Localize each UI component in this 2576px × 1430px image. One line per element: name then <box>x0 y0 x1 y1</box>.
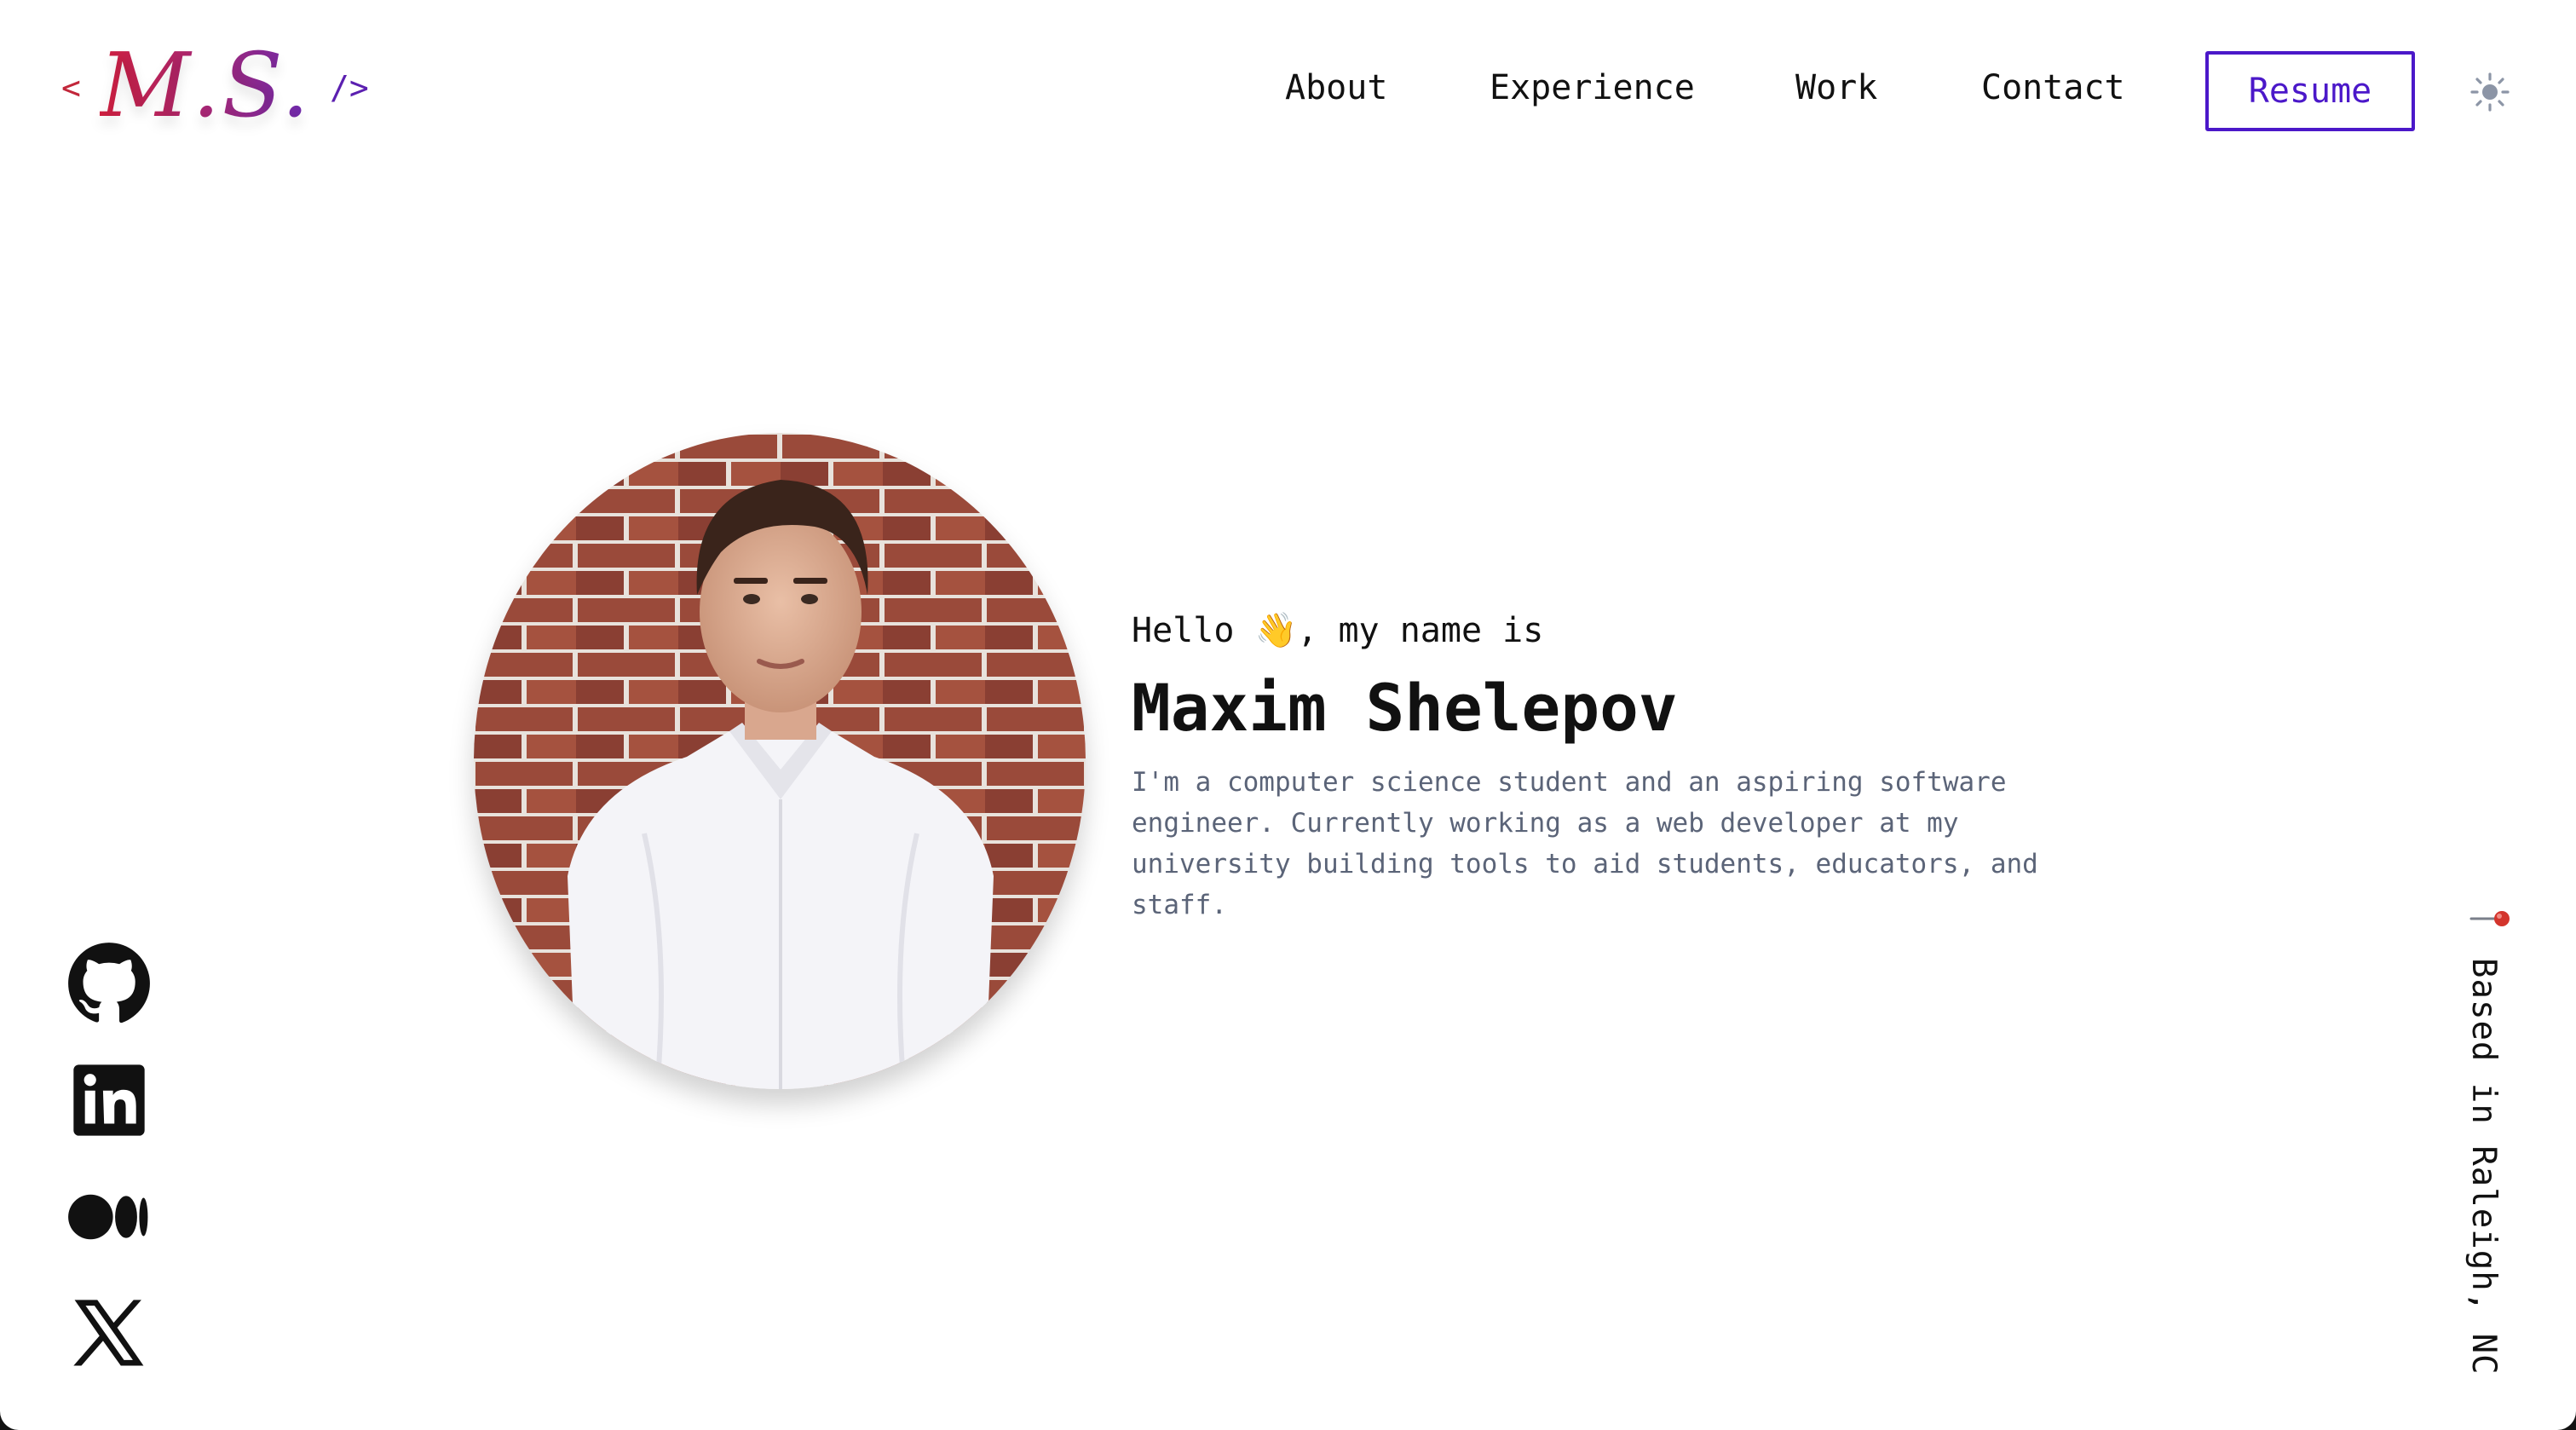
linkedin-link[interactable] <box>66 1058 152 1143</box>
sun-icon <box>2470 72 2510 112</box>
theme-toggle-button[interactable] <box>2469 72 2510 112</box>
social-links <box>66 941 152 1408</box>
resume-button[interactable]: Resume <box>2205 51 2415 131</box>
profile-photo <box>474 433 1086 1089</box>
x-twitter-link[interactable] <box>66 1291 152 1376</box>
nav-link-contact[interactable]: Contact <box>1981 68 2125 107</box>
linkedin-icon <box>73 1064 145 1136</box>
hero-name: Maxim Shelepov <box>1132 670 1678 746</box>
logo-open-bracket: < <box>61 69 81 107</box>
hero-intro: Hello 👋, my name is Maxim Shelepov I'm a… <box>1132 605 2103 925</box>
medium-link[interactable] <box>66 1174 152 1260</box>
hero-bio: I'm a computer science student and an as… <box>1132 767 2038 920</box>
nav-link-experience[interactable]: Experience <box>1490 68 1695 107</box>
logo-close-bracket: /> <box>330 69 369 107</box>
github-icon <box>68 943 150 1023</box>
nav-link-about[interactable]: About <box>1285 68 1387 107</box>
nav-link-work[interactable]: Work <box>1795 68 1877 107</box>
medium-icon <box>68 1194 148 1240</box>
page: < M.S. /> About Experience Work Contact … <box>0 0 2576 1430</box>
greeting-text: Hello 👋, my name is <box>1132 611 1544 650</box>
site-logo[interactable]: < M.S. /> <box>61 41 369 130</box>
pushpin-icon <box>2469 911 2510 926</box>
x-icon <box>73 1300 144 1366</box>
logo-monogram: M.S. <box>99 33 312 137</box>
location-text: Based in Raleigh, NC <box>2464 958 2503 1375</box>
github-link[interactable] <box>66 941 152 1026</box>
location-label: Based in Raleigh, NC <box>2463 903 2514 1381</box>
